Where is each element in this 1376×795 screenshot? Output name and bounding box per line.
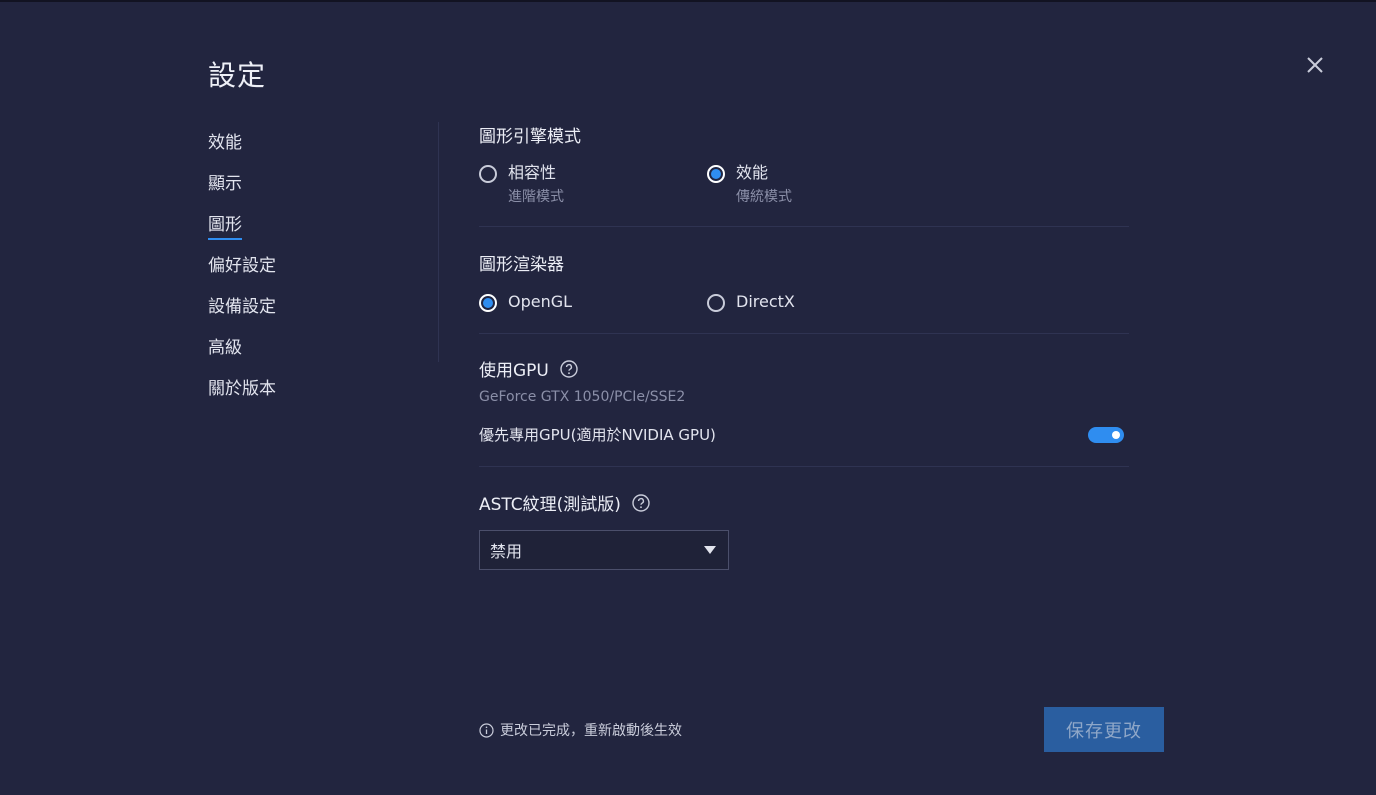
sidebar-item-label: 設備設定 — [208, 297, 276, 317]
close-icon — [1307, 57, 1323, 73]
sidebar-item-display[interactable]: 顯示 — [208, 169, 408, 210]
sidebar-item-label: 偏好設定 — [208, 256, 276, 276]
section-divider — [479, 226, 1129, 227]
sidebar-item-performance[interactable]: 效能 — [208, 128, 408, 169]
prefer-dedicated-gpu-label: 優先專用GPU(適用於NVIDIA GPU) — [479, 426, 716, 444]
sidebar-item-label: 關於版本 — [208, 379, 276, 399]
graphics-settings-panel: 圖形引擎模式 相容性 進階模式 效能 傳統模式 圖形渲染器 OpenGL Dir… — [479, 122, 1129, 570]
renderer-title: 圖形渲染器 — [479, 255, 564, 275]
radio-unchecked-icon — [707, 294, 725, 312]
gpu-title-text: 使用GPU — [479, 361, 549, 381]
radio-label: DirectX — [736, 292, 795, 311]
renderer-directx-radio[interactable]: DirectX — [707, 293, 935, 312]
save-changes-button[interactable]: 保存更改 — [1044, 707, 1164, 752]
sidebar-item-label: 顯示 — [208, 174, 242, 194]
radio-label: 相容性 — [508, 163, 557, 182]
settings-sidebar: 效能 顯示 圖形 偏好設定 設備設定 高級 關於版本 — [208, 128, 408, 415]
renderer-section: 圖形渲染器 OpenGL DirectX — [479, 250, 1129, 312]
settings-window: 設定 效能 顯示 圖形 偏好設定 設備設定 高級 關於版本 圖形引擎模式 相容性… — [0, 0, 1376, 795]
page-title: 設定 — [208, 59, 267, 92]
caret-down-icon — [704, 546, 716, 554]
restart-notice: 更改已完成，重新啟動後生效 — [479, 720, 682, 740]
info-circle-icon — [479, 722, 494, 738]
radio-checked-icon — [479, 294, 497, 312]
renderer-options: OpenGL DirectX — [479, 293, 1129, 312]
sidebar-divider — [438, 122, 439, 362]
radio-label: OpenGL — [508, 292, 573, 311]
radio-sublabel: 進階模式 — [508, 189, 564, 205]
prefer-dedicated-gpu-row: 優先專用GPU(適用於NVIDIA GPU) — [479, 424, 1124, 445]
sidebar-item-graphics[interactable]: 圖形 — [208, 210, 408, 251]
radio-checked-icon — [707, 165, 725, 183]
sidebar-item-advanced[interactable]: 高級 — [208, 333, 408, 374]
sidebar-item-device-settings[interactable]: 設備設定 — [208, 292, 408, 333]
gpu-section: 使用GPU GeForce GTX 1050/PCIe/SSE2 優先專用GPU… — [479, 356, 1129, 445]
sidebar-item-label: 圖形 — [208, 210, 242, 240]
gpu-name: GeForce GTX 1050/PCIe/SSE2 — [479, 389, 686, 405]
question-circle-icon[interactable] — [632, 493, 650, 512]
engine-compatibility-radio[interactable]: 相容性 進階模式 — [479, 164, 707, 206]
section-divider — [479, 333, 1129, 334]
astc-title: ASTC紋理(測試版) — [479, 490, 1129, 515]
sidebar-item-label: 高級 — [208, 338, 242, 358]
section-divider — [479, 466, 1129, 467]
restart-notice-text: 更改已完成，重新啟動後生效 — [500, 723, 682, 739]
sidebar-item-label: 效能 — [208, 133, 242, 153]
engine-performance-radio[interactable]: 效能 傳統模式 — [707, 164, 935, 206]
sidebar-item-about[interactable]: 關於版本 — [208, 374, 408, 415]
astc-section: ASTC紋理(測試版) 禁用 — [479, 490, 1129, 570]
toggle-knob — [1112, 430, 1120, 439]
radio-label: 效能 — [736, 163, 769, 182]
astc-texture-select[interactable]: 禁用 — [479, 530, 729, 570]
prefer-dedicated-gpu-toggle[interactable] — [1088, 426, 1124, 443]
radio-sublabel: 傳統模式 — [736, 189, 792, 205]
sidebar-item-preferences[interactable]: 偏好設定 — [208, 251, 408, 292]
renderer-opengl-radio[interactable]: OpenGL — [479, 293, 707, 312]
gpu-title: 使用GPU — [479, 356, 1129, 381]
radio-unchecked-icon — [479, 165, 497, 183]
graphics-engine-section: 圖形引擎模式 相容性 進階模式 效能 傳統模式 — [479, 122, 1129, 206]
close-button[interactable] — [1302, 52, 1328, 78]
question-circle-icon[interactable] — [560, 359, 578, 378]
astc-title-text: ASTC紋理(測試版) — [479, 495, 621, 515]
astc-selected-value: 禁用 — [490, 542, 523, 561]
graphics-engine-options: 相容性 進階模式 效能 傳統模式 — [479, 164, 1129, 206]
graphics-engine-title: 圖形引擎模式 — [479, 127, 581, 147]
